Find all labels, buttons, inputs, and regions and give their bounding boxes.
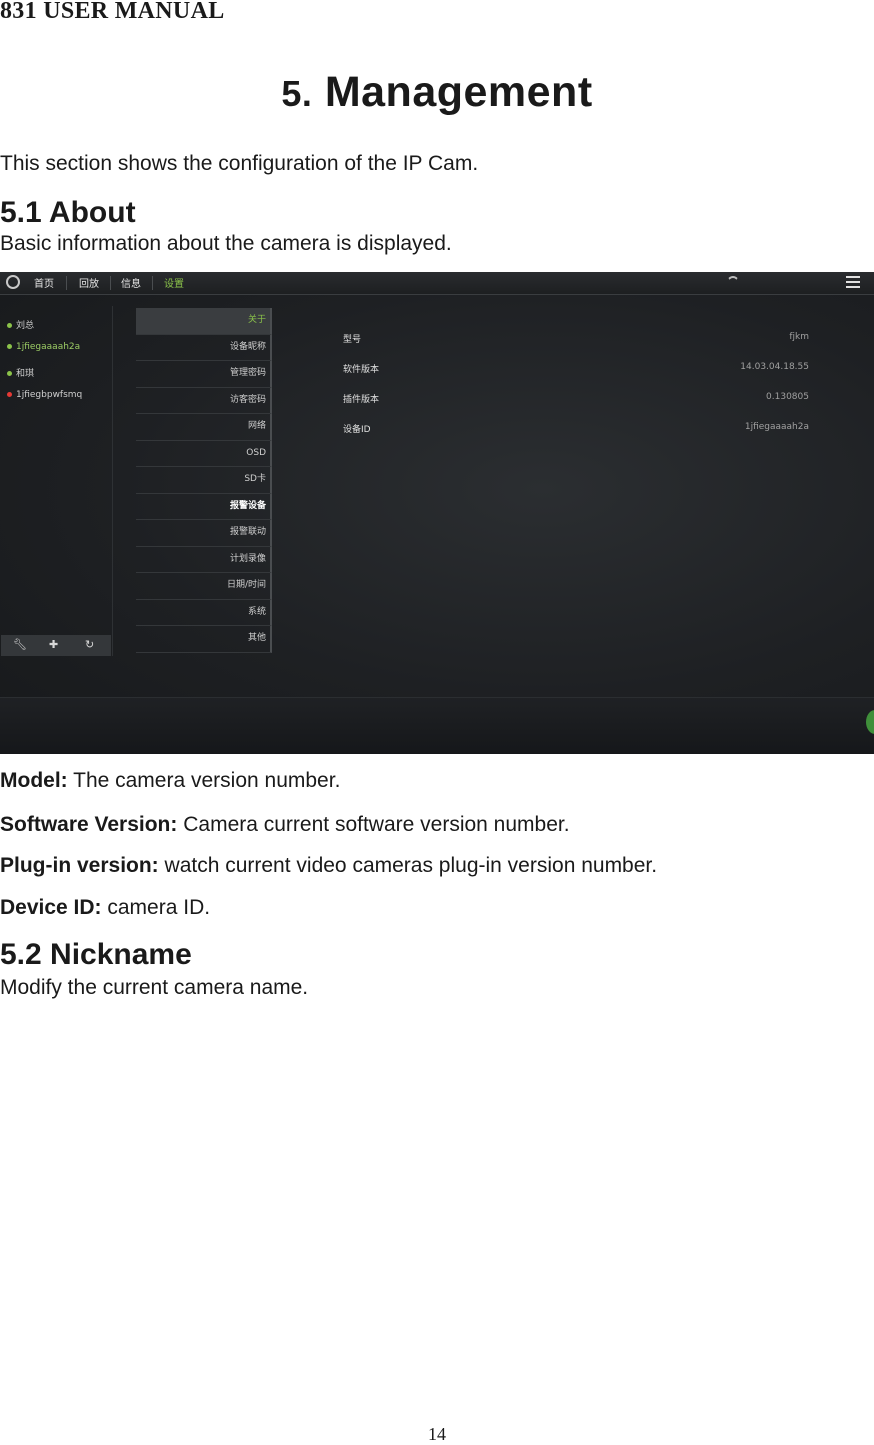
settings-item-admin-password[interactable]: 管理密码 <box>136 361 272 388</box>
info-label: 型号 <box>343 335 362 345</box>
settings-menu: 关于 设备昵称 管理密码 访客密码 网络 OSD SD卡 报警设备 报警联动 计… <box>136 308 272 653</box>
refresh-icon[interactable]: ↻ <box>85 638 94 651</box>
device-item-selected[interactable]: 1jfiegaaaah2a <box>7 342 80 352</box>
definition-term: Plug-in version: <box>0 854 159 877</box>
app-logo-icon <box>6 275 20 289</box>
info-row-plugin-version: 插件版本 0.130805 <box>343 392 809 422</box>
manual-title: 831 USER MANUAL <box>0 0 225 24</box>
info-label: 软件版本 <box>343 365 380 375</box>
offline-dot-icon <box>7 392 12 397</box>
device-item[interactable]: 和琪 <box>7 366 34 379</box>
device-name: 刘总 <box>16 321 35 331</box>
info-row-software-version: 软件版本 14.03.04.18.55 <box>343 362 809 392</box>
device-name: 和琪 <box>16 369 35 379</box>
about-info-panel: 型号 fjkm 软件版本 14.03.04.18.55 插件版本 0.13080… <box>343 332 809 452</box>
settings-item-about[interactable]: 关于 <box>136 308 272 335</box>
section-number: 5. <box>281 73 313 114</box>
nickname-heading: 5.2 Nickname <box>0 938 192 971</box>
info-row-model: 型号 fjkm <box>343 332 809 362</box>
page-number: 14 <box>428 1424 446 1444</box>
online-dot-icon <box>7 371 12 376</box>
device-name: 1jfiegbpwfsmq <box>16 390 83 400</box>
info-label: 设备ID <box>343 425 371 435</box>
info-row-device-id: 设备ID 1jfiegaaaah2a <box>343 422 809 452</box>
definition-term: Software Version: <box>0 813 178 836</box>
menu-icon[interactable] <box>846 276 860 288</box>
settings-item-guest-password[interactable]: 访客密码 <box>136 387 272 414</box>
section-title: 5. Management <box>0 68 874 117</box>
device-toolbar: 🔧︎ ✚ ↻ <box>1 635 111 656</box>
about-screenshot: 首页 回放 信息 设置 刘总 1jfiegaaaah2a 和琪 1jfiegbp… <box>0 272 874 754</box>
definition-plugin-version: Plug-in version: watch current video cam… <box>0 854 657 878</box>
section-intro: This section shows the configuration of … <box>0 152 479 175</box>
settings-item-nickname[interactable]: 设备昵称 <box>136 334 272 361</box>
wifi-icon <box>727 276 739 285</box>
device-item[interactable]: 1jfiegbpwfsmq <box>7 390 82 400</box>
definition-model: Model: The camera version number. <box>0 769 340 793</box>
wrench-icon[interactable]: 🔧︎ <box>13 638 27 651</box>
app-bottom-bar <box>0 697 874 754</box>
settings-item-alarm-linkage[interactable]: 报警联动 <box>136 520 272 547</box>
definition-device-id: Device ID: camera ID. <box>0 896 210 920</box>
info-value: fjkm <box>789 332 809 342</box>
nav-info[interactable]: 信息 <box>121 275 141 290</box>
settings-item-network[interactable]: 网络 <box>136 414 272 441</box>
section-title-text: Management <box>324 68 593 116</box>
settings-item-other[interactable]: 其他 <box>136 626 272 653</box>
nav-divider <box>110 276 111 290</box>
settings-item-alarm-device[interactable]: 报警设备 <box>136 493 272 520</box>
info-value: 1jfiegaaaah2a <box>744 422 809 432</box>
nav-divider <box>152 276 153 290</box>
definition-term: Model: <box>0 769 68 792</box>
device-list: 刘总 1jfiegaaaah2a 和琪 1jfiegbpwfsmq <box>1 306 113 656</box>
definition-text: Camera current software version number. <box>177 813 570 836</box>
settings-item-system[interactable]: 系统 <box>136 599 272 626</box>
settings-item-scheduled-recording[interactable]: 计划录像 <box>136 546 272 573</box>
definition-text: The camera version number. <box>67 769 341 792</box>
about-heading: 5.1 About <box>0 196 136 229</box>
definition-term: Device ID: <box>0 896 102 919</box>
app-top-bar: 首页 回放 信息 设置 <box>0 272 874 295</box>
definition-software-version: Software Version: Camera current softwar… <box>0 813 570 837</box>
online-dot-icon <box>7 344 12 349</box>
definition-text: camera ID. <box>101 896 211 919</box>
about-description: Basic information about the camera is di… <box>0 232 452 255</box>
nickname-description: Modify the current camera name. <box>0 976 309 999</box>
settings-item-date-time[interactable]: 日期/时间 <box>136 573 272 600</box>
nav-home[interactable]: 首页 <box>34 275 54 290</box>
nav-settings[interactable]: 设置 <box>164 275 184 290</box>
info-value: 14.03.04.18.55 <box>740 362 809 372</box>
info-label: 插件版本 <box>343 395 380 405</box>
nav-divider <box>66 276 67 290</box>
device-name: 1jfiegaaaah2a <box>16 342 81 352</box>
device-item[interactable]: 刘总 <box>7 318 34 331</box>
definition-text: watch current video cameras plug-in vers… <box>158 854 658 877</box>
plus-icon[interactable]: ✚ <box>49 638 58 651</box>
settings-item-sd-card[interactable]: SD卡 <box>136 467 272 494</box>
online-dot-icon <box>7 323 12 328</box>
nav-playback[interactable]: 回放 <box>79 275 99 290</box>
settings-item-osd[interactable]: OSD <box>136 440 272 467</box>
info-value: 0.130805 <box>766 392 809 402</box>
